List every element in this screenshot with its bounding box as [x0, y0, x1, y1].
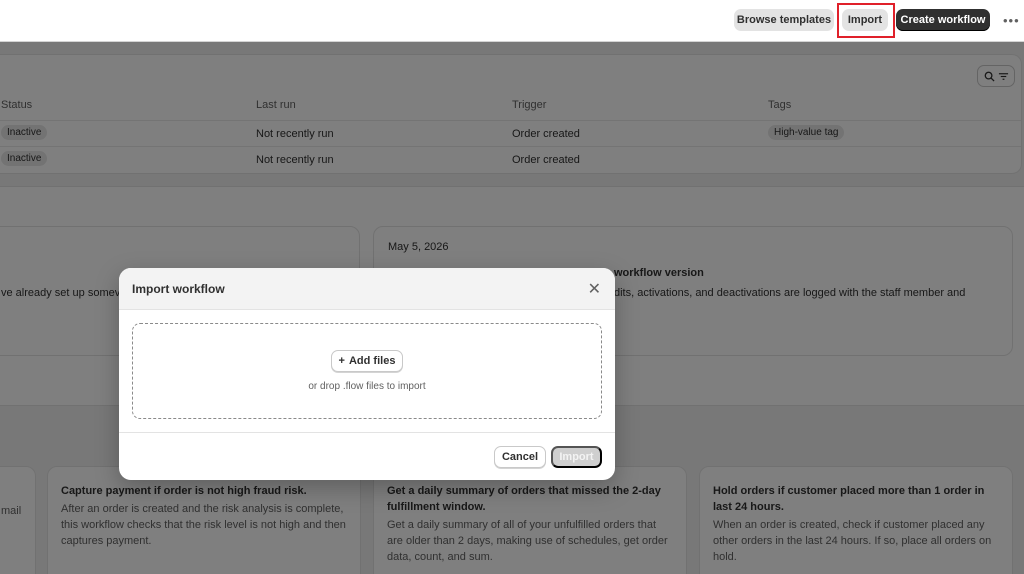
modal-title: Import workflow	[132, 282, 225, 296]
drop-hint: or drop .flow files to import	[308, 381, 426, 392]
import-confirm-button[interactable]: Import	[551, 446, 602, 468]
plus-icon: +	[338, 355, 345, 367]
modal-footer: Cancel Import	[119, 432, 615, 480]
cancel-button[interactable]: Cancel	[494, 446, 546, 468]
modal-header: Import workflow ✕	[119, 268, 615, 310]
create-workflow-button[interactable]: Create workflow	[896, 9, 990, 31]
close-icon[interactable]: ✕	[588, 279, 601, 299]
more-actions-icon[interactable]: •••	[1003, 13, 1020, 28]
add-files-button[interactable]: + Add files	[331, 350, 403, 372]
add-files-label: Add files	[348, 355, 396, 367]
browse-templates-button[interactable]: Browse templates	[734, 9, 834, 31]
import-highlight-box	[837, 3, 895, 38]
import-workflow-modal: Import workflow ✕ + Add files or drop .f…	[119, 268, 615, 480]
file-dropzone[interactable]: + Add files or drop .flow files to impor…	[132, 323, 602, 419]
